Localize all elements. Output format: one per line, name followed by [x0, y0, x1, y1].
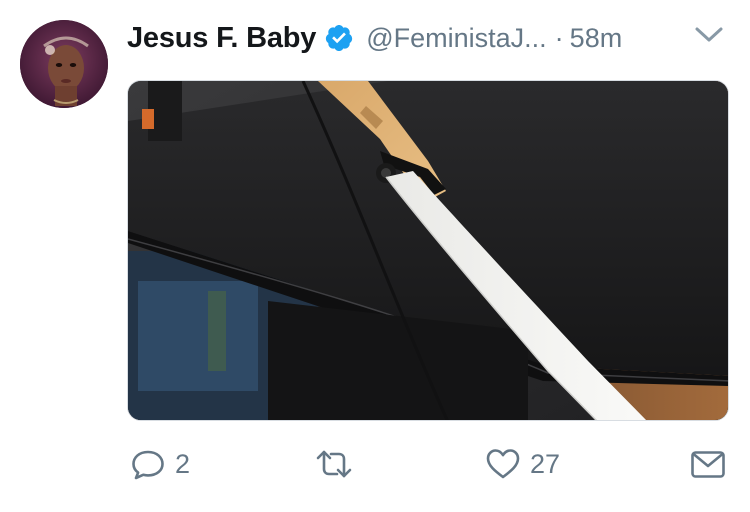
- like-count: 27: [530, 448, 561, 479]
- separator-dot: ·: [554, 22, 564, 53]
- photo-image: [128, 81, 728, 420]
- reply-bubble-icon: [132, 450, 164, 480]
- direct-message-button[interactable]: [689, 440, 727, 488]
- reply-count: 2: [175, 448, 191, 479]
- avatar[interactable]: [20, 20, 108, 108]
- tweet-photo[interactable]: [127, 80, 729, 421]
- heart-icon: [486, 449, 520, 479]
- tweet-card: Jesus F. Baby @FeministaJ... · 58m 2 27: [0, 0, 750, 512]
- tweet-header: Jesus F. Baby @FeministaJ... · 58m: [127, 16, 737, 60]
- verified-badge-icon: [326, 25, 353, 52]
- envelope-icon: [691, 451, 725, 478]
- chevron-down-icon[interactable]: [691, 20, 727, 50]
- like-button[interactable]: 27: [484, 440, 560, 488]
- retweet-button[interactable]: [315, 440, 361, 488]
- display-name[interactable]: Jesus F. Baby: [127, 22, 316, 55]
- tweet-action-bar: 2 27: [127, 440, 737, 488]
- retweet-icon: [316, 450, 352, 478]
- reply-button[interactable]: 2: [129, 440, 190, 488]
- tweet-timestamp[interactable]: 58m: [570, 23, 623, 54]
- avatar-photo: [20, 20, 108, 108]
- user-handle[interactable]: @FeministaJ...: [366, 23, 546, 54]
